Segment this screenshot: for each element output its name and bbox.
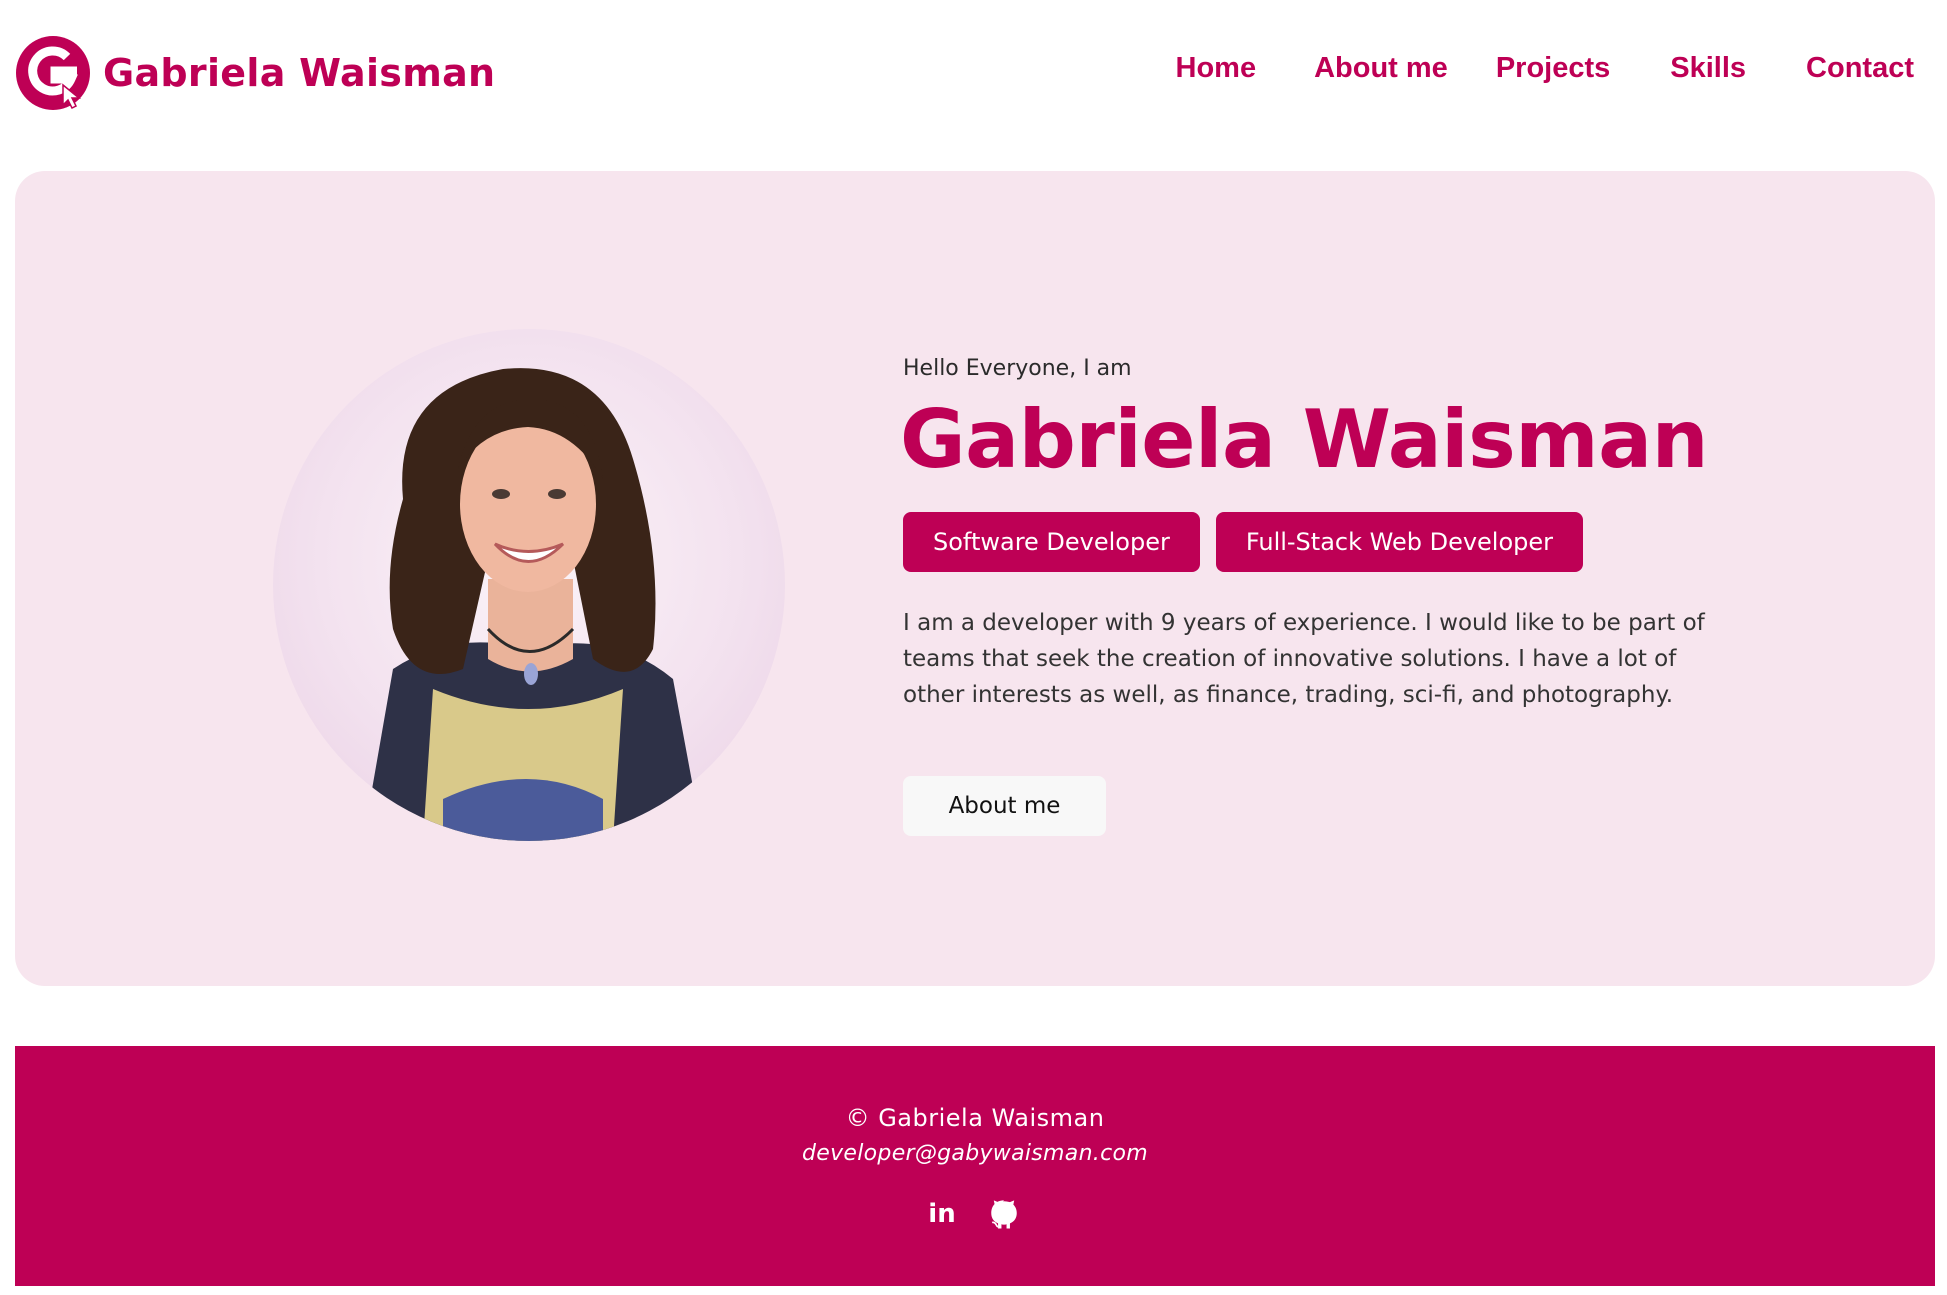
brand-name: Gabriela Waisman [103, 51, 496, 95]
social-links: in [15, 1194, 1935, 1234]
hero-section: Hello Everyone, I am Gabriela Waisman So… [15, 171, 1935, 986]
linkedin-icon[interactable]: in [926, 1196, 958, 1232]
g-cursor-logo-icon [15, 35, 91, 111]
nav-about-me[interactable]: About me [1314, 52, 1448, 85]
nav-contact[interactable]: Contact [1806, 52, 1914, 85]
site-footer: © Gabriela Waisman developer@gabywaisman… [15, 1046, 1935, 1286]
github-icon[interactable] [984, 1194, 1024, 1234]
profile-photo [273, 329, 785, 841]
nav-skills[interactable]: Skills [1670, 52, 1746, 85]
footer-copyright: © Gabriela Waisman [845, 1104, 1105, 1132]
brand[interactable]: Gabriela Waisman [15, 35, 495, 111]
footer-email[interactable]: developer@gabywaisman.com [15, 1141, 1935, 1166]
hero-name: Gabriela Waisman [900, 393, 1709, 486]
about-me-button[interactable]: About me [903, 776, 1106, 836]
role-badge: Software Developer [903, 512, 1200, 572]
hero-intro: Hello Everyone, I am [903, 356, 1132, 381]
main-nav: Home About me Projects Skills Contact [1176, 52, 1914, 85]
hero-bio: I am a developer with 9 years of experie… [903, 610, 1705, 708]
role-badges: Software Developer Full-Stack Web Develo… [903, 512, 1599, 572]
nav-projects[interactable]: Projects [1496, 52, 1610, 85]
role-badge: Full-Stack Web Developer [1215, 512, 1584, 572]
nav-home[interactable]: Home [1176, 52, 1257, 85]
site-header: Gabriela Waisman Home About me Projects … [0, 0, 1947, 150]
